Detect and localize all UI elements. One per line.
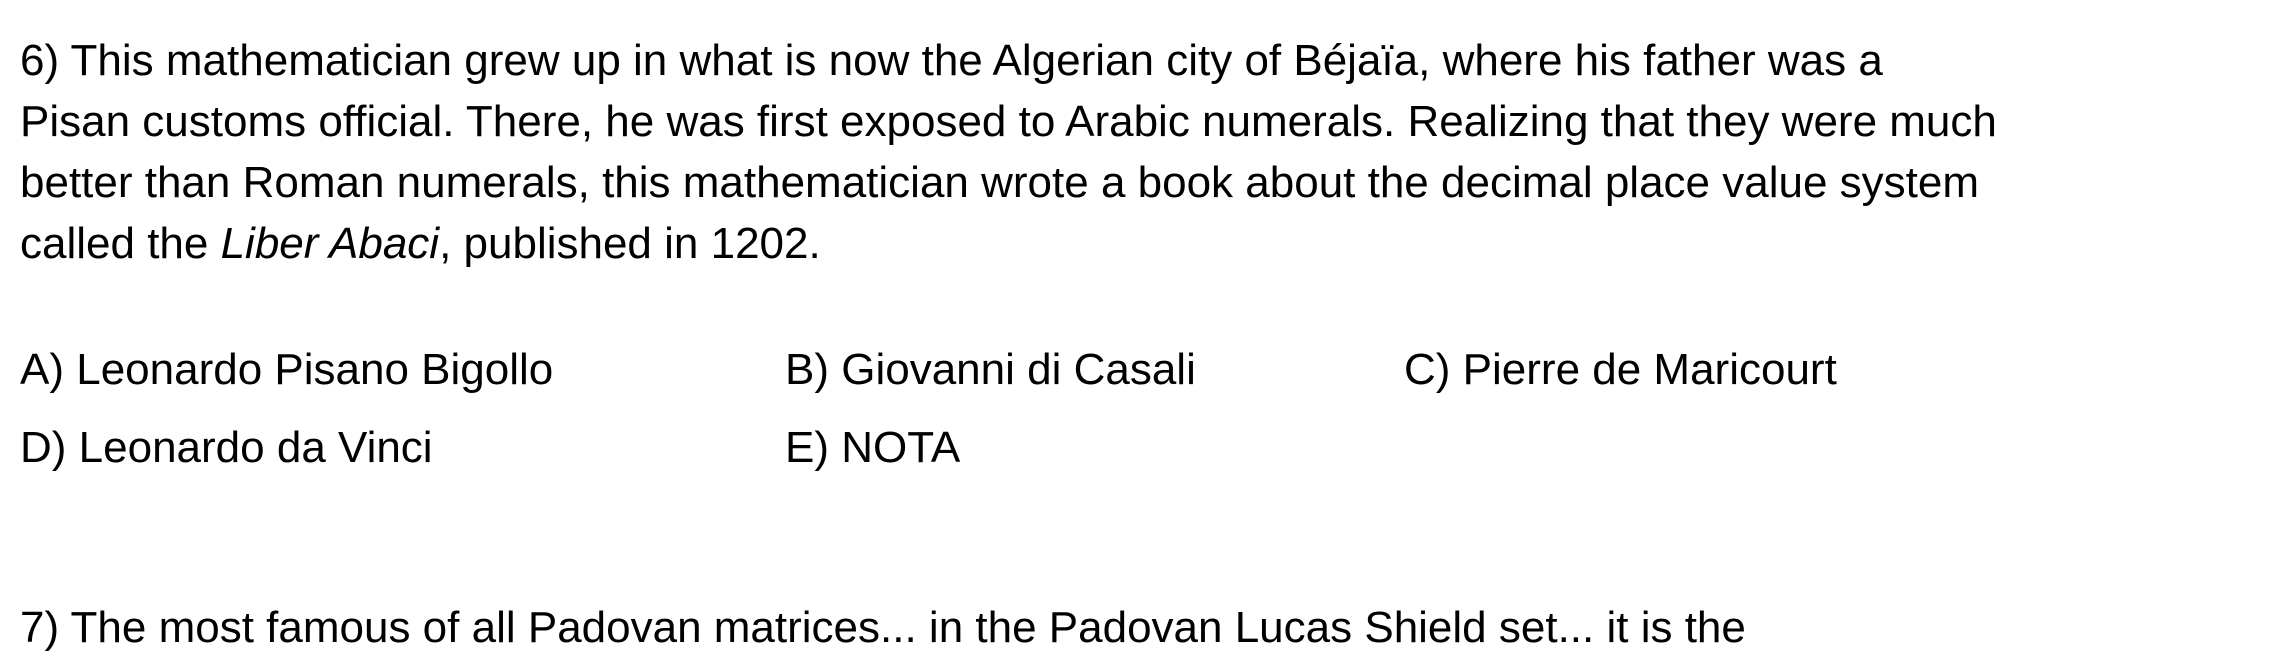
choice-text: Leonardo Pisano Bigollo <box>76 345 554 394</box>
choice-c: C) Pierre de Maricourt <box>1404 339 1837 400</box>
choice-b: B) Giovanni di Casali <box>785 339 1196 400</box>
question-6: 6) This mathematician grew up in what is… <box>20 30 2000 274</box>
choice-label: E) <box>785 423 829 472</box>
choice-d: D) Leonardo da Vinci <box>20 417 433 478</box>
choice-e: E) NOTA <box>785 417 960 478</box>
question-text-end: , published in 1202. <box>439 219 821 268</box>
choice-text: Pierre de Maricourt <box>1462 345 1837 394</box>
question-7-cutoff: 7) The most famous of all Padovan matric… <box>20 603 1746 652</box>
choice-text: Giovanni di Casali <box>841 345 1196 394</box>
choice-a: A) Leonardo Pisano Bigollo <box>20 339 553 400</box>
choice-label: C) <box>1404 345 1451 394</box>
choice-label: B) <box>785 345 829 394</box>
choice-text: Leonardo da Vinci <box>78 423 433 472</box>
choice-label: A) <box>20 345 64 394</box>
choice-text: NOTA <box>841 423 961 472</box>
choice-label: D) <box>20 423 67 472</box>
question-number: 6) <box>20 36 60 85</box>
book-title: Liber Abaci <box>220 219 440 268</box>
